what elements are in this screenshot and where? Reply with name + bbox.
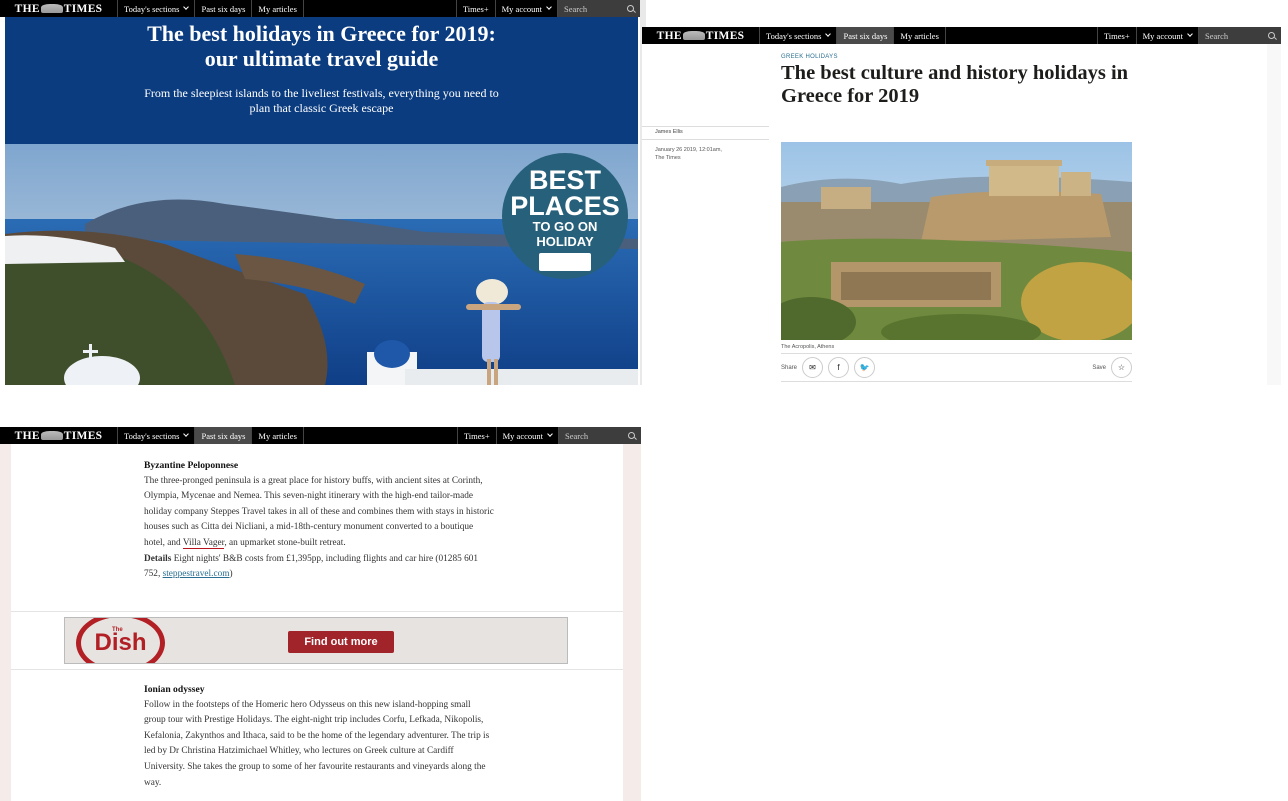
my-account-menu[interactable]: My account xyxy=(1137,27,1199,44)
acropolis-image xyxy=(781,142,1132,340)
chevron-down-icon xyxy=(546,4,552,10)
article-body-screenshot: THE TIMES Today's sections Past six days … xyxy=(0,427,641,801)
search-input[interactable]: Search xyxy=(558,0,640,17)
divider xyxy=(11,669,623,670)
my-articles-link[interactable]: My articles xyxy=(252,427,304,444)
article-header-screenshot: THE TIMES Today's sections Past six days … xyxy=(642,27,1281,385)
chevron-down-icon xyxy=(825,31,832,37)
times-plus-link[interactable]: Times+ xyxy=(455,0,496,17)
top-nav: THE TIMES Today's sections Past six days … xyxy=(642,27,1281,44)
section-text: Follow in the footsteps of the Homeric h… xyxy=(144,699,490,788)
section-kicker[interactable]: GREEK HOLIDAYS xyxy=(781,54,838,60)
past-six-days-link[interactable]: Past six days xyxy=(837,27,895,44)
villa-vager-link[interactable]: Villa Vager xyxy=(182,537,225,549)
chevron-down-icon xyxy=(183,431,190,437)
search-icon[interactable] xyxy=(627,5,634,12)
top-nav: THE TIMES Today's sections Past six days … xyxy=(0,427,641,444)
search-icon[interactable] xyxy=(628,432,635,439)
times-logo[interactable]: THE TIMES xyxy=(0,0,118,17)
my-account-menu[interactable]: My account xyxy=(497,427,559,444)
my-account-menu[interactable]: My account xyxy=(496,0,558,17)
crest-icon xyxy=(40,431,63,440)
todays-sections-menu[interactable]: Today's sections xyxy=(118,0,196,17)
todays-sections-menu[interactable]: Today's sections xyxy=(118,427,196,444)
article-header: GREEK HOLIDAYS The best culture and hist… xyxy=(642,44,1267,385)
hero-subtitle: From the sleepiest islands to the liveli… xyxy=(144,86,499,115)
hero-screenshot: THE TIMES Today's sections Past six days … xyxy=(0,0,646,385)
facebook-share-icon[interactable]: f xyxy=(828,357,850,378)
search-icon[interactable] xyxy=(1268,32,1275,39)
times-plus-link[interactable]: Times+ xyxy=(456,427,497,444)
top-nav: THE TIMES Today's sections Past six days … xyxy=(0,0,640,17)
share-bar: Share ✉ f 🐦 Save ☆ xyxy=(781,353,1132,382)
my-articles-link[interactable]: My articles xyxy=(252,0,304,17)
article-title: The best culture and history holidays in… xyxy=(781,62,1129,107)
save-star-icon[interactable]: ☆ xyxy=(1111,357,1132,378)
hero-banner: The best holidays in Greece for 2019: ou… xyxy=(5,17,638,144)
article-body: Byzantine Peloponnese The three-pronged … xyxy=(11,444,623,801)
my-articles-link[interactable]: My articles xyxy=(894,27,946,44)
section-ionian-odyssey: Ionian odyssey Follow in the footsteps o… xyxy=(144,682,494,791)
author-byline[interactable]: James Ellis xyxy=(642,126,769,140)
times-plus-link[interactable]: Times+ xyxy=(1096,27,1137,44)
chevron-down-icon xyxy=(547,431,553,437)
best-places-badge: BEST PLACES TO GO ON HOLIDAY xyxy=(502,153,628,279)
past-six-days-link[interactable]: Past six days xyxy=(195,0,253,17)
save-label: Save xyxy=(1092,364,1106,371)
section-heading: Ionian odyssey xyxy=(144,684,205,695)
twitter-share-icon[interactable]: 🐦 xyxy=(854,357,876,378)
the-dish-advert[interactable]: Dish The Find out more xyxy=(64,617,568,664)
image-caption: The Acropolis, Athens xyxy=(781,344,835,350)
find-out-more-button[interactable]: Find out more xyxy=(288,631,394,653)
details-text: Details Eight nights' B&B costs from £1,… xyxy=(144,553,479,580)
divider xyxy=(11,611,623,612)
article-dateline: January 26 2019, 12:01am, The Times xyxy=(655,147,722,161)
section-byzantine-peloponnese: Byzantine Peloponnese The three-pronged … xyxy=(144,458,494,583)
todays-sections-menu[interactable]: Today's sections xyxy=(760,27,838,44)
hero-title: The best holidays in Greece for 2019: ou… xyxy=(147,21,496,71)
section-text: The three-pronged peninsula is a great p… xyxy=(144,475,494,549)
crest-icon xyxy=(40,4,63,13)
times-logo[interactable]: THE TIMES xyxy=(0,427,118,444)
search-input[interactable]: Search xyxy=(559,427,641,444)
steppestravel-link[interactable]: steppestravel.com xyxy=(163,569,230,579)
section-heading: Byzantine Peloponnese xyxy=(144,460,239,471)
suitcase-icon xyxy=(539,253,591,271)
chevron-down-icon xyxy=(183,4,190,10)
dish-logo: Dish xyxy=(76,618,165,663)
crest-icon xyxy=(682,31,705,40)
search-input[interactable]: Search xyxy=(1199,27,1281,44)
email-share-icon[interactable]: ✉ xyxy=(802,357,824,378)
share-label: Share xyxy=(781,364,798,371)
past-six-days-link[interactable]: Past six days xyxy=(195,427,253,444)
chevron-down-icon xyxy=(1187,31,1193,37)
times-logo[interactable]: THE TIMES xyxy=(642,27,760,44)
